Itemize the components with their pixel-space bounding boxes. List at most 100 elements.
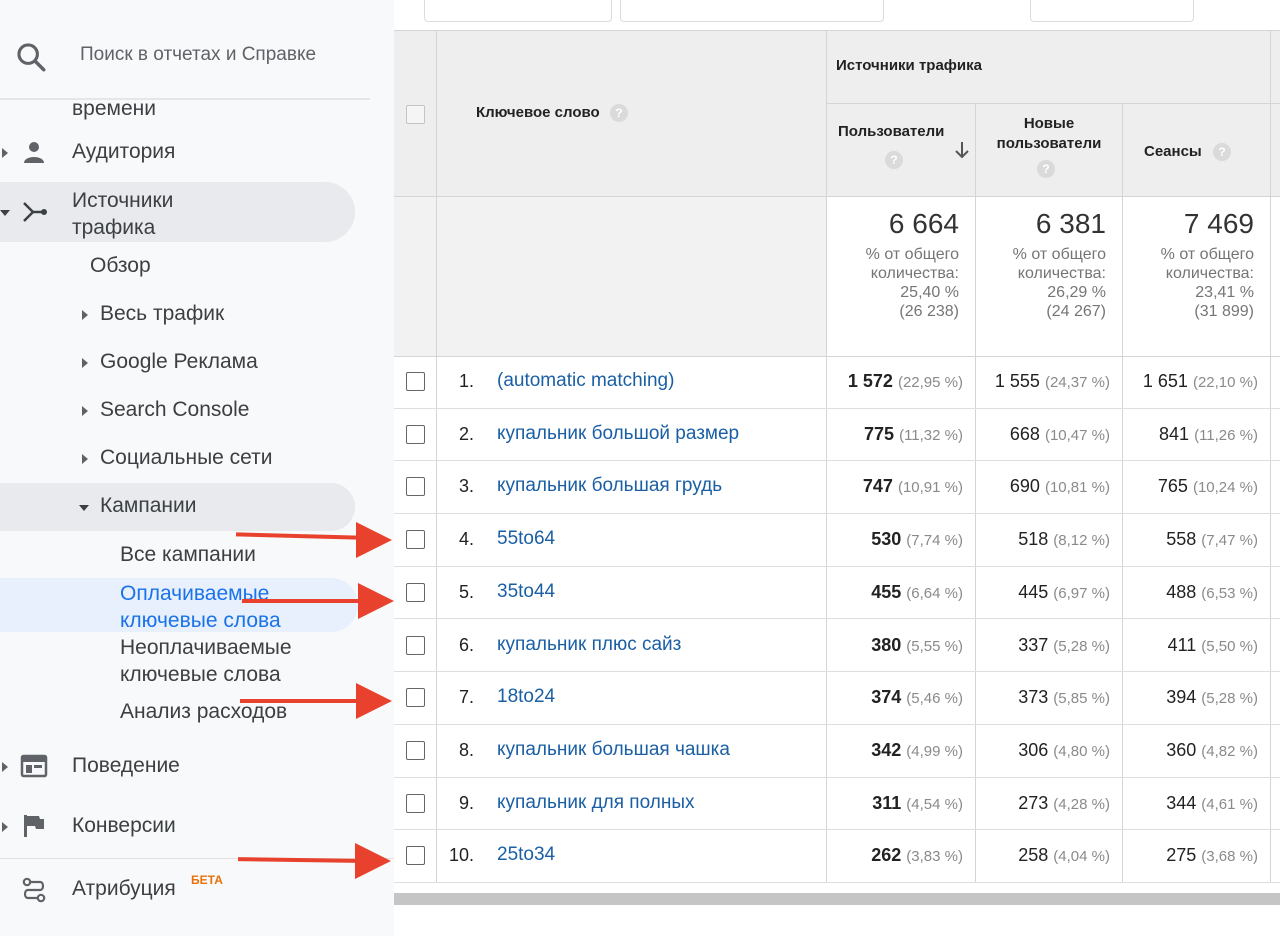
keyword-link[interactable]: (automatic matching)	[497, 370, 674, 392]
row-number: 3.	[458, 476, 474, 497]
table-row[interactable]: 5. 35to44 455 (6,64 %) 445 (6,97 %) 488 (6,5…	[394, 567, 1280, 620]
sessions-cell: 1 651 (22,10 %)	[1142, 371, 1258, 391]
new-users-cell: 690 (10,81 %)	[1009, 476, 1110, 497]
help-icon[interactable]: ?	[609, 104, 628, 122]
sidebar-item-social[interactable]: Социальные сети	[100, 446, 273, 470]
users-cell: 455 (6,64 %)	[871, 581, 963, 602]
horizontal-scrollbar[interactable]	[394, 893, 1280, 905]
new-users-cell: 306 (4,80 %)	[1018, 739, 1110, 760]
total-new-users: 6 381 % от общего количества: 26,29 % (2…	[1012, 208, 1106, 320]
behavior-icon	[20, 754, 48, 778]
report-area: Ключевое слово ? Источники трафика Польз…	[394, 0, 1280, 936]
sidebar-item-label: Оплачиваемые ключевые слова	[120, 582, 281, 632]
row-checkbox[interactable]	[406, 582, 425, 602]
keyword-link[interactable]: 18to24	[497, 686, 555, 708]
table-row[interactable]: 4. 55to64 530 (7,74 %) 518 (8,12 %) 558 (7,4…	[394, 514, 1280, 567]
toolbar-control[interactable]	[1030, 0, 1194, 22]
row-checkbox[interactable]	[406, 530, 425, 550]
sidebar-item-organic-keywords[interactable]: Неоплачиваемые ключевые слова	[120, 634, 292, 688]
sessions-cell: 765 (10,24 %)	[1157, 476, 1258, 497]
flag-icon	[24, 815, 44, 837]
caret-right-icon	[82, 358, 88, 368]
caret-right-icon	[82, 406, 88, 416]
row-checkbox[interactable]	[406, 793, 425, 813]
users-cell: 747 (10,91 %)	[862, 476, 963, 497]
table-row[interactable]: 9. купальник для полных 311 (4,54 %) 273 (4…	[394, 778, 1280, 831]
sidebar-item-all-traffic[interactable]: Весь трафик	[100, 302, 224, 326]
sessions-cell: 394 (5,28 %)	[1166, 687, 1258, 708]
row-checkbox[interactable]	[406, 372, 425, 391]
sidebar-item-google-ads[interactable]: Google Реклама	[100, 350, 258, 374]
keyword-link[interactable]: купальник большая грудь	[497, 475, 722, 497]
sessions-cell: 488 (6,53 %)	[1166, 581, 1258, 602]
new-users-cell: 373 (5,85 %)	[1018, 687, 1110, 708]
keyword-link[interactable]: 35to44	[497, 581, 555, 603]
caret-right-icon	[82, 310, 88, 320]
table-row[interactable]: 2. купальник большой размер 775 (11,32 %) 6…	[394, 409, 1280, 462]
sidebar-item-label: Конверсии	[72, 814, 176, 837]
keyword-link[interactable]: купальник плюс сайз	[497, 634, 681, 656]
traffic-sources-group-header: Источники трафика	[836, 57, 982, 74]
table-row[interactable]: 8. купальник большая чашка 342 (4,99 %) 306…	[394, 725, 1280, 778]
new-users-cell: 445 (6,97 %)	[1018, 581, 1110, 602]
toolbar-control[interactable]	[424, 0, 612, 22]
row-number: 9.	[458, 792, 474, 813]
users-cell: 311 (4,54 %)	[872, 792, 963, 813]
row-checkbox[interactable]	[406, 846, 425, 866]
search-icon	[17, 43, 46, 72]
row-checkbox[interactable]	[406, 688, 425, 708]
totals-row-blank	[394, 196, 826, 356]
keyword-link[interactable]: купальник большая чашка	[497, 739, 730, 761]
help-icon[interactable]: ?	[1037, 160, 1055, 178]
header-divider	[826, 103, 1280, 104]
users-cell: 1 572 (22,95 %)	[847, 371, 963, 391]
users-cell: 380 (5,55 %)	[871, 634, 963, 655]
sessions-cell: 558 (7,47 %)	[1166, 529, 1258, 550]
new-users-cell: 1 555 (24,37 %)	[994, 371, 1110, 391]
row-checkbox[interactable]	[406, 424, 425, 444]
row-checkbox[interactable]	[406, 635, 425, 655]
sidebar-item-label: Поведение	[72, 754, 180, 777]
table-row[interactable]: 1. (automatic matching) 1 572 (22,95 %) 1 5…	[394, 356, 1280, 409]
sidebar-item-search-console[interactable]: Search Console	[100, 398, 249, 422]
keyword-link[interactable]: купальник большой размер	[497, 423, 739, 445]
sidebar-item-label: Источники трафика	[72, 189, 174, 239]
sidebar-item-cost-analysis[interactable]: Анализ расходов	[120, 700, 287, 724]
sidebar-item-label: Аудитория	[72, 140, 176, 163]
caret-down-icon	[0, 210, 10, 216]
toolbar-control[interactable]	[620, 0, 884, 22]
keyword-column-header[interactable]: Ключевое слово ?	[476, 103, 628, 123]
sessions-cell: 275 (3,68 %)	[1166, 845, 1258, 866]
help-icon[interactable]: ?	[885, 151, 903, 169]
table-row[interactable]: 6. купальник плюс сайз 380 (5,55 %) 337 (5,…	[394, 620, 1280, 673]
keyword-link[interactable]: 55to64	[497, 528, 555, 550]
search-input[interactable]: Поиск в отчетах и Справке	[80, 44, 323, 66]
traffic-sources-icon	[23, 202, 47, 222]
row-number: 4.	[458, 529, 474, 550]
select-all-checkbox[interactable]	[406, 105, 425, 124]
row-number: 1.	[458, 371, 474, 391]
help-icon[interactable]: ?	[1213, 143, 1231, 161]
row-checkbox[interactable]	[406, 477, 425, 497]
keyword-link[interactable]: купальник для полных	[497, 792, 694, 814]
search-bar[interactable]: Поиск в отчетах и Справке	[0, 0, 370, 100]
new-users-cell: 668 (10,47 %)	[1009, 423, 1110, 444]
row-checkbox[interactable]	[406, 740, 425, 760]
table-row[interactable]: 10. 25to34 262 (3,83 %) 258 (4,04 %) 275 (3,…	[394, 830, 1280, 883]
sidebar-item-realtime-partial[interactable]: времени	[72, 97, 156, 121]
new-users-header-label: Новые пользователи	[996, 115, 1102, 152]
keyword-link[interactable]: 25to34	[497, 844, 555, 866]
caret-right-icon	[2, 762, 8, 772]
users-cell: 342 (4,99 %)	[871, 739, 963, 760]
caret-right-icon	[2, 148, 8, 158]
users-cell: 374 (5,46 %)	[871, 687, 963, 708]
table-row[interactable]: 7. 18to24 374 (5,46 %) 373 (5,85 %) 394 (5,2…	[394, 672, 1280, 725]
sidebar-item-traffic-sources[interactable]	[0, 182, 355, 242]
row-number: 2.	[458, 423, 474, 444]
row-number: 8.	[458, 739, 474, 760]
row-number: 6.	[458, 634, 474, 655]
sidebar-item-overview[interactable]: Обзор	[90, 254, 151, 278]
table-row[interactable]: 3. купальник большая грудь 747 (10,91 %) 69…	[394, 461, 1280, 515]
sort-down-icon[interactable]	[954, 140, 970, 160]
sidebar-item-all-campaigns[interactable]: Все кампании	[120, 543, 256, 567]
